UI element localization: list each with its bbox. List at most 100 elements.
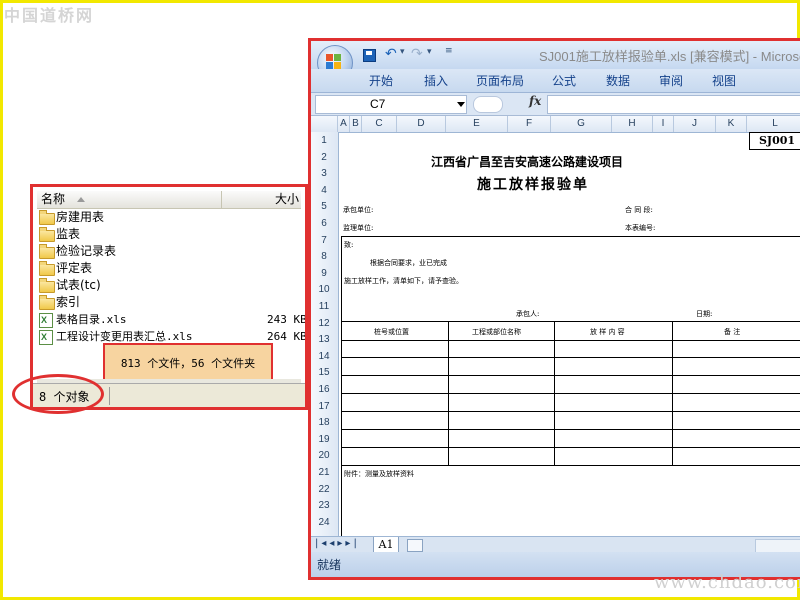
column-header[interactable]: G — [551, 116, 612, 132]
row-header[interactable]: 22 — [311, 484, 337, 495]
horizontal-scrollbar[interactable] — [755, 539, 800, 553]
row-header[interactable]: 20 — [311, 450, 337, 461]
row-header[interactable]: 6 — [311, 218, 337, 229]
tab-data[interactable]: 数据 — [606, 72, 630, 89]
row-header[interactable]: 18 — [311, 417, 337, 428]
row-header[interactable]: 8 — [311, 251, 337, 262]
row-header[interactable]: 21 — [311, 467, 337, 478]
customize-toolbar-icon[interactable]: ≡ — [445, 46, 453, 56]
form-title-project: 江西省广昌至吉安高速公路建设项目 — [431, 155, 624, 169]
formula-input[interactable] — [547, 95, 800, 114]
table-row-line — [342, 340, 800, 341]
name-box-dropdown-icon[interactable] — [457, 102, 465, 107]
folder-icon — [39, 227, 55, 242]
row-header[interactable]: 7 — [311, 235, 337, 246]
row-header[interactable]: 14 — [311, 351, 337, 362]
row-header[interactable]: 9 — [311, 268, 337, 279]
tab-insert[interactable]: 插入 — [424, 72, 448, 89]
item-name: 检验记录表 — [56, 244, 117, 258]
list-item[interactable]: 监表 — [39, 226, 301, 243]
column-header[interactable]: L — [747, 116, 800, 132]
item-name: 评定表 — [56, 261, 93, 275]
column-header[interactable]: C — [362, 116, 397, 132]
column-size-header[interactable]: 大小 — [223, 191, 299, 208]
list-item[interactable]: 评定表 — [39, 260, 301, 277]
row-header[interactable]: 4 — [311, 185, 337, 196]
item-name: 监表 — [56, 227, 81, 241]
list-item[interactable]: 表格目录.xls 243 KB — [39, 311, 305, 329]
list-item[interactable]: 试表(tc) — [39, 277, 301, 294]
tab-view[interactable]: 视图 — [712, 72, 736, 89]
item-name: 试表(tc) — [56, 278, 101, 292]
list-item[interactable]: 检验记录表 — [39, 243, 301, 260]
item-name: 表格目录.xls — [56, 313, 127, 326]
ribbon-tabs: 开始 插入 页面布局 公式 数据 审阅 视图 — [311, 69, 800, 93]
row-header[interactable]: 13 — [311, 334, 337, 345]
row-header[interactable]: 10 — [311, 284, 337, 295]
list-item[interactable]: 房建用表 — [39, 209, 301, 226]
attachment-label: 附件：测量及放样资料 — [344, 470, 414, 478]
row-header[interactable]: 17 — [311, 401, 337, 412]
list-item[interactable]: 索引 — [39, 294, 301, 311]
contractor-label: 承包单位: — [343, 206, 374, 214]
column-header[interactable]: E — [446, 116, 508, 132]
column-header[interactable]: F — [508, 116, 551, 132]
column-header[interactable]: K — [716, 116, 747, 132]
tab-review[interactable]: 审阅 — [659, 72, 683, 89]
column-header[interactable]: A — [338, 116, 350, 132]
redo-icon[interactable]: ↷ — [411, 47, 425, 61]
table-row-line — [342, 447, 800, 448]
row-header[interactable]: 12 — [311, 318, 337, 329]
table-row-line — [342, 321, 800, 322]
formula-expand-button[interactable] — [473, 96, 503, 113]
name-box[interactable]: C7 — [315, 95, 467, 114]
row-header[interactable]: 1 — [311, 135, 337, 146]
table-row-line — [342, 357, 800, 358]
column-name-label: 名称 — [41, 192, 66, 206]
column-name-header[interactable]: 名称 — [37, 191, 222, 208]
insert-sheet-icon[interactable] — [407, 539, 423, 552]
row-header[interactable]: 16 — [311, 384, 337, 395]
undo-dropdown-icon[interactable]: ▾ — [400, 47, 405, 57]
row-header[interactable]: 5 — [311, 201, 337, 212]
contract-section-label: 合 同 段: — [625, 206, 653, 214]
item-name: 房建用表 — [56, 210, 105, 224]
date-label: 日期: — [696, 310, 713, 318]
body-text-1: 根据合同要求，业已完成 — [370, 259, 447, 267]
supervisor-label: 监理单位: — [343, 224, 374, 232]
sort-ascending-icon — [77, 197, 86, 203]
tab-page-layout[interactable]: 页面布局 — [476, 72, 524, 89]
row-header[interactable]: 19 — [311, 434, 337, 445]
column-header[interactable]: I — [653, 116, 674, 132]
sheet-tab-bar: |◂◂▸▸| A1 — [311, 536, 800, 553]
row-header[interactable]: 2 — [311, 152, 337, 163]
row-header[interactable]: 23 — [311, 500, 337, 511]
sheet-tab-a1[interactable]: A1 — [373, 537, 399, 553]
column-header[interactable]: D — [397, 116, 446, 132]
row-header[interactable]: 24 — [311, 517, 337, 528]
column-header[interactable]: B — [350, 116, 362, 132]
body-text-2: 施工放样工作，清单如下，请予查验。 — [344, 277, 463, 285]
row-header[interactable]: 11 — [311, 301, 337, 312]
save-icon[interactable] — [363, 49, 376, 62]
item-name: 索引 — [56, 295, 81, 309]
tab-home[interactable]: 开始 — [369, 72, 393, 89]
row-header[interactable]: 3 — [311, 168, 337, 179]
column-header[interactable]: J — [674, 116, 716, 132]
table-header-station: 桩号或位置 — [374, 328, 409, 336]
insert-function-icon[interactable]: fx — [529, 94, 541, 108]
folder-icon — [39, 278, 55, 293]
redo-dropdown-icon[interactable]: ▾ — [427, 47, 432, 57]
column-header[interactable]: H — [612, 116, 653, 132]
title-bar: ↶ ▾ ↷ ▾ ≡ SJ001施工放样报验单.xls [兼容模式] - Micr… — [311, 41, 800, 69]
undo-icon[interactable]: ↶ — [385, 47, 399, 61]
tab-formulas[interactable]: 公式 — [552, 72, 576, 89]
row-header[interactable]: 15 — [311, 367, 337, 378]
table-column-line — [554, 321, 555, 465]
form-table: 致: 根据合同要求，业已完成 施工放样工作，清单如下，请予查验。 承包人: 日期… — [341, 236, 800, 537]
row-headers: 1 2 3 4 5 6 7 8 9 10 11 12 13 14 15 16 17 18 19 20 21 22 23 24 — [311, 132, 339, 536]
table-header-content: 放 样 内 容 — [590, 328, 625, 336]
sheet-nav-buttons[interactable]: |◂◂▸▸| — [315, 538, 360, 549]
select-all-corner[interactable] — [311, 116, 338, 132]
watermark-bottom: www.chdao.com — [654, 572, 800, 593]
